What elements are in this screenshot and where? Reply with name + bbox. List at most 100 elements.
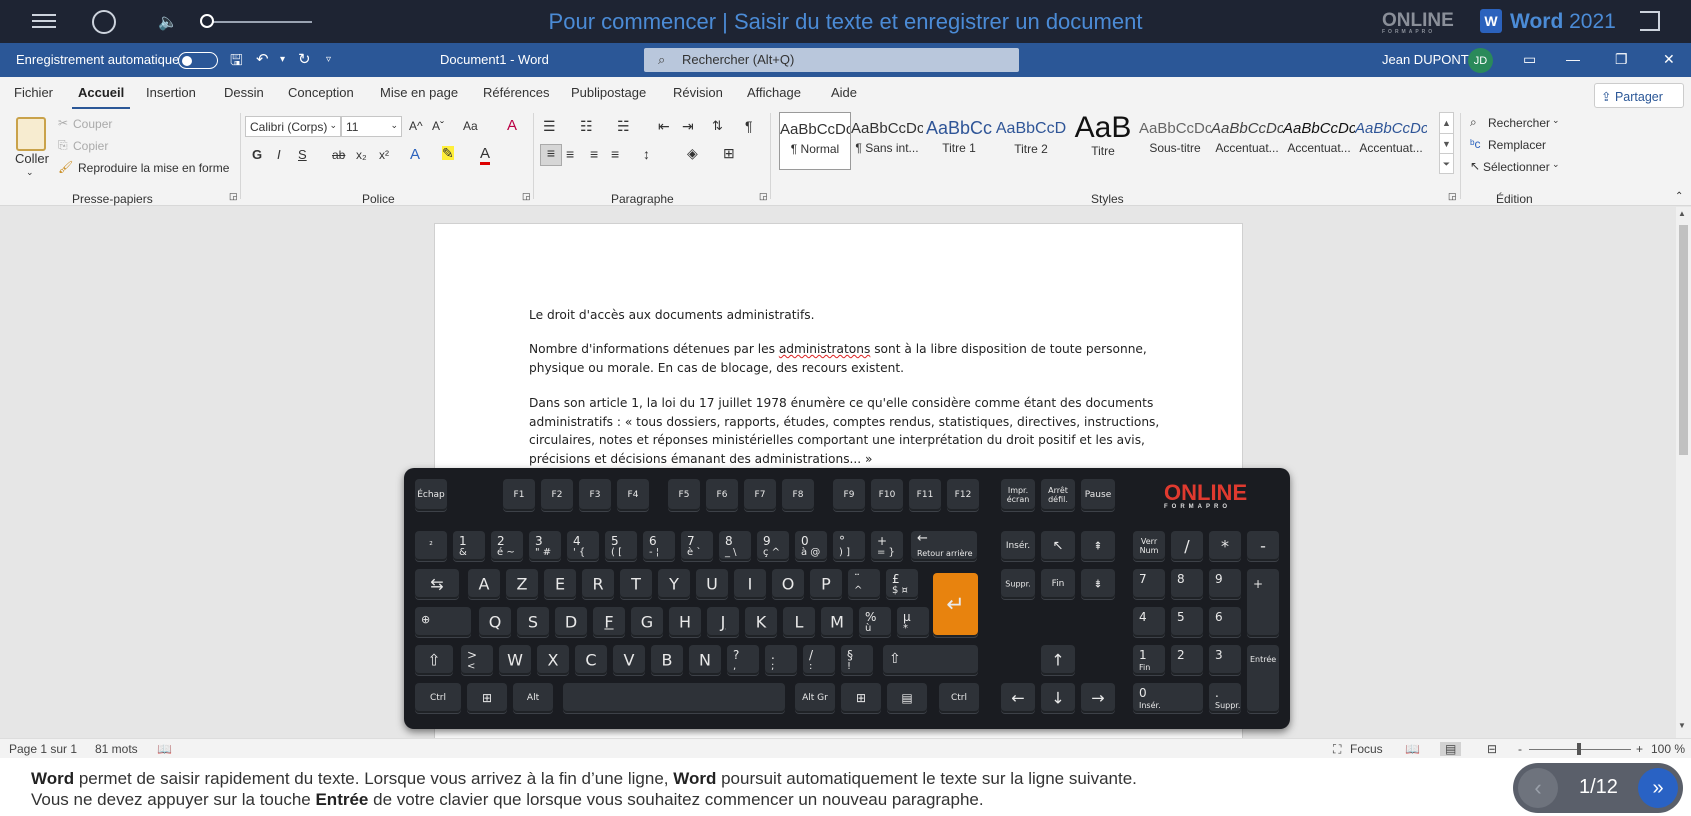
menu-icon[interactable] <box>32 10 56 32</box>
format-painter-label[interactable]: Reproduire la mise en forme <box>78 161 229 175</box>
align-right-icon[interactable]: ≡ <box>590 146 598 162</box>
paragraph-launcher-icon[interactable]: ◲ <box>759 191 768 202</box>
tab-accueil[interactable]: Accueil <box>71 85 131 110</box>
cut-icon[interactable]: ✂ <box>58 116 68 130</box>
bullets-icon[interactable]: ☰ <box>543 118 556 135</box>
web-layout-icon[interactable]: ⊟ <box>1487 742 1497 756</box>
tab-conception[interactable]: Conception <box>288 85 354 100</box>
tab-publipostage[interactable]: Publipostage <box>571 85 646 100</box>
tab-mise-en-page[interactable]: Mise en page <box>380 85 458 100</box>
style-no-spacing[interactable]: AaBbCcDc ¶ Sans int... <box>851 112 923 170</box>
find-icon[interactable]: ⌕ <box>1470 115 1477 130</box>
undo-dropdown-icon[interactable]: ▾ <box>280 54 285 65</box>
zoom-slider-knob[interactable] <box>1577 743 1581 755</box>
replace-label[interactable]: Remplacer <box>1488 138 1546 152</box>
scroll-down-icon[interactable]: ▼ <box>1678 721 1686 730</box>
text-effects-icon[interactable]: A <box>410 146 420 163</box>
focus-icon[interactable]: ⛶ <box>1333 742 1341 757</box>
tab-aide[interactable]: Aide <box>831 85 857 100</box>
next-slide-button[interactable]: » <box>1638 768 1678 808</box>
cut-label[interactable]: Couper <box>73 117 112 131</box>
zoom-in-icon[interactable]: + <box>1636 742 1643 756</box>
font-color-icon[interactable]: A <box>480 145 491 165</box>
font-launcher-icon[interactable]: ◲ <box>522 191 531 202</box>
style-title[interactable]: AaB Titre <box>1067 112 1139 170</box>
chevron-down-icon[interactable]: ⌄ <box>1552 159 1560 170</box>
pilcrow-icon[interactable]: ¶ <box>745 118 753 134</box>
format-painter-icon[interactable]: 🖌 <box>58 160 73 174</box>
doc-paragraph-1[interactable]: Le droit d'accès aux documents administr… <box>529 306 1169 325</box>
tab-insertion[interactable]: Insertion <box>146 85 196 100</box>
scroll-thumb[interactable] <box>1679 225 1688 455</box>
focus-label[interactable]: Focus <box>1350 742 1383 756</box>
share-button[interactable]: ⇪ Partager <box>1594 83 1684 108</box>
grow-font-icon[interactable]: A^ <box>409 119 423 133</box>
replace-icon[interactable]: ᵇc <box>1470 137 1481 151</box>
exit-icon[interactable] <box>1640 11 1660 31</box>
underline-button[interactable]: S <box>298 147 307 162</box>
doc-paragraph-3[interactable]: Dans son article 1, la loi du 17 juillet… <box>529 394 1169 468</box>
borders-icon[interactable]: ⊞ <box>723 145 735 162</box>
highlight-icon[interactable]: ✎ <box>442 146 454 160</box>
clear-formatting-icon[interactable]: A <box>507 117 517 134</box>
save-icon[interactable]: 🖫 <box>230 50 243 75</box>
paste-icon[interactable] <box>16 117 46 151</box>
increase-indent-icon[interactable]: ⇥ <box>682 118 694 135</box>
volume-icon[interactable]: 🔈 <box>158 12 178 32</box>
style-normal[interactable]: AaBbCcDc ¶ Normal <box>779 112 851 170</box>
page-count[interactable]: Page 1 sur 1 <box>9 742 77 756</box>
sort-icon[interactable]: ⇅ <box>712 118 723 134</box>
scroll-up-icon[interactable]: ▲ <box>1678 209 1686 218</box>
tab-revision[interactable]: Révision <box>673 85 723 100</box>
styles-launcher-icon[interactable]: ◲ <box>1448 191 1457 202</box>
shrink-font-icon[interactable]: Aˇ <box>432 119 444 133</box>
bold-button[interactable]: G <box>252 147 262 162</box>
superscript-button[interactable]: x² <box>379 148 389 162</box>
line-spacing-icon[interactable]: ↕ <box>643 146 650 162</box>
autosave-toggle[interactable] <box>178 52 218 69</box>
tab-references[interactable]: Références <box>483 85 549 100</box>
find-label[interactable]: Rechercher <box>1488 116 1550 130</box>
print-layout-icon[interactable]: ▤ <box>1440 742 1462 756</box>
copy-label[interactable]: Copier <box>73 139 108 153</box>
style-subtitle[interactable]: AaBbCcDc Sous-titre <box>1139 112 1211 170</box>
collapse-ribbon-icon[interactable]: ⌃ <box>1675 191 1683 202</box>
zoom-level[interactable]: 100 % <box>1651 742 1685 756</box>
style-heading-1[interactable]: AaBbCc Titre 1 <box>923 112 995 170</box>
undo-icon[interactable]: ↶ <box>256 50 269 68</box>
zoom-out-icon[interactable]: - <box>1518 742 1522 756</box>
proofing-icon[interactable]: 📖 <box>157 742 172 756</box>
word-count[interactable]: 81 mots <box>95 742 138 756</box>
justify-icon[interactable]: ≡ <box>611 146 619 162</box>
clipboard-launcher-icon[interactable]: ◲ <box>229 191 238 202</box>
user-name[interactable]: Jean DUPONT <box>1382 52 1469 67</box>
tab-fichier[interactable]: Fichier <box>14 85 53 100</box>
vertical-scrollbar[interactable]: ▲ ▼ <box>1676 207 1691 738</box>
paste-dropdown-icon[interactable]: ⌄ <box>26 167 34 178</box>
volume-slider-knob[interactable] <box>200 14 214 28</box>
font-name-select[interactable]: Calibri (Corps) ⌄ <box>245 116 341 137</box>
align-center-icon[interactable]: ≡ <box>566 146 574 162</box>
style-emphasis-intense[interactable]: AaBbCcDc Accentuat... <box>1355 112 1427 170</box>
volume-slider[interactable] <box>206 21 312 23</box>
doc-paragraph-2[interactable]: Nombre d'informations détenues par les a… <box>529 340 1169 377</box>
more-styles-icon[interactable]: ⏷ <box>1440 153 1453 173</box>
tab-affichage[interactable]: Affichage <box>747 85 801 100</box>
redo-icon[interactable]: ↻ <box>298 50 311 68</box>
chevron-down-icon[interactable]: ⌄ <box>1552 115 1560 126</box>
settings-icon[interactable] <box>92 10 116 34</box>
strikethrough-button[interactable]: ab <box>332 148 345 162</box>
ribbon-display-icon[interactable]: ▭ <box>1523 51 1536 68</box>
subscript-button[interactable]: x₂ <box>356 148 367 162</box>
chevron-up-icon[interactable]: ▲ <box>1440 113 1453 133</box>
style-heading-2[interactable]: AaBbCcD Titre 2 <box>995 112 1067 170</box>
numbering-icon[interactable]: ☷ <box>580 118 593 135</box>
close-icon[interactable]: ✕ <box>1663 51 1675 68</box>
customize-toolbar-icon[interactable]: ▿ <box>326 54 331 65</box>
minimize-icon[interactable]: — <box>1566 51 1580 67</box>
read-mode-icon[interactable]: 📖 <box>1405 742 1420 756</box>
previous-slide-button[interactable]: ‹ <box>1518 768 1558 808</box>
tab-dessin[interactable]: Dessin <box>224 85 264 100</box>
styles-gallery-scroll[interactable]: ▲ ▼ ⏷ <box>1439 112 1454 174</box>
misspelled-word[interactable]: administratons <box>779 342 871 356</box>
